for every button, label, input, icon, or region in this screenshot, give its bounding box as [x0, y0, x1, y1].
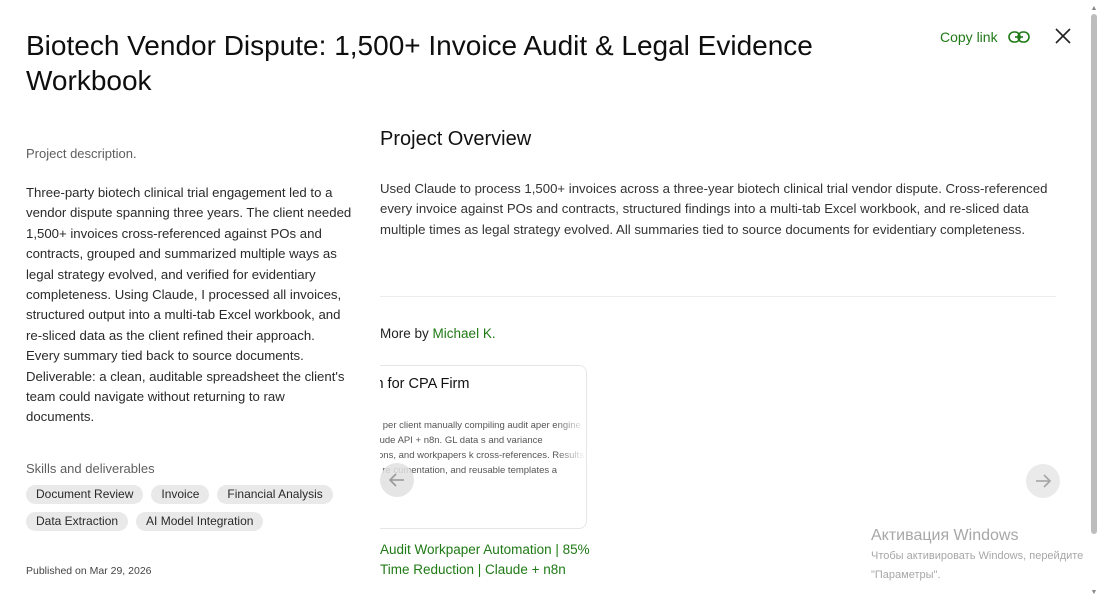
card-thumbnail-title: mation for CPA Firm — [380, 376, 470, 392]
project-title: Biotech Vendor Dispute: 1,500+ Invoice A… — [26, 30, 813, 96]
skills-list: Document Review Invoice Financial Analys… — [26, 485, 356, 531]
section-divider — [380, 296, 1056, 297]
project-card-link[interactable]: Audit Workpaper Automation | 85% Time Re… — [380, 540, 590, 579]
watermark-title: Активация Windows — [871, 527, 1019, 544]
project-card-thumbnail[interactable]: mation for CPA Firm -30 hours per client… — [380, 365, 587, 529]
overview-title: Project Overview — [380, 128, 532, 150]
card-fade — [556, 406, 586, 516]
copy-link-label: Copy link — [940, 29, 998, 45]
close-button[interactable] — [1052, 25, 1074, 47]
skills-label: Skills and deliverables — [26, 461, 155, 476]
project-description: Three-party biotech clinical trial engag… — [26, 185, 352, 425]
arrow-right-icon — [1036, 474, 1052, 488]
skill-chip[interactable]: AI Model Integration — [136, 512, 264, 531]
more-by-prefix: More by — [380, 326, 429, 341]
description-label: Project description. — [26, 146, 137, 161]
scroll-thumb[interactable] — [1091, 14, 1097, 534]
windows-activation-watermark: Активация Windows Чтобы активировать Win… — [871, 527, 1083, 583]
published-date: Published on Mar 29, 2026 — [26, 565, 152, 577]
more-by-heading: More by Michael K. — [380, 326, 496, 341]
overview-text: Used Claude to process 1,500+ invoices a… — [380, 181, 1048, 237]
project-description-section: Project description. Three-party biotech… — [26, 146, 352, 428]
skill-chip[interactable]: Document Review — [26, 485, 144, 504]
skill-chip[interactable]: Data Extraction — [26, 512, 129, 531]
close-icon — [1055, 28, 1071, 44]
copy-link-button[interactable]: Copy link — [940, 26, 1030, 48]
watermark-line-2: "Параметры". — [871, 569, 941, 581]
skill-chip[interactable]: Invoice — [151, 485, 210, 504]
carousel-next-button[interactable] — [1026, 464, 1060, 498]
scroll-down-icon[interactable]: ▼ — [1090, 589, 1098, 596]
author-link[interactable]: Michael K. — [433, 326, 496, 341]
link-icon — [1007, 31, 1030, 43]
vertical-scrollbar[interactable]: ▲ ▼ — [1090, 5, 1098, 596]
project-overview-section: Project Overview Used Claude to process … — [380, 128, 1056, 240]
skill-chip[interactable]: Financial Analysis — [217, 485, 333, 504]
scroll-up-icon[interactable]: ▲ — [1090, 5, 1098, 12]
carousel-prev-button[interactable] — [380, 463, 414, 497]
arrow-left-icon — [388, 473, 404, 487]
watermark-line-1: Чтобы активировать Windows, перейдите — [871, 550, 1084, 562]
